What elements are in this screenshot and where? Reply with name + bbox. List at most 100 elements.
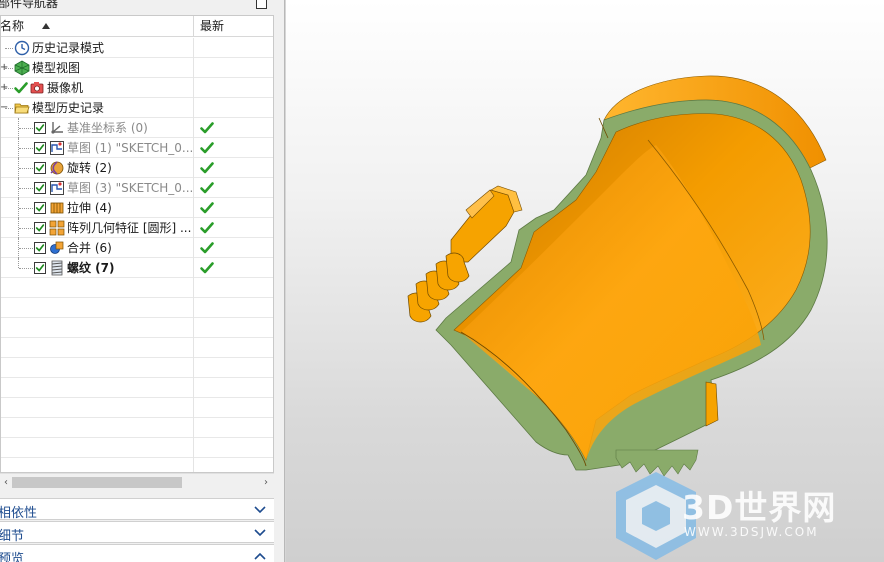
tree-cell-name <box>1 298 194 318</box>
feature-checkbox[interactable] <box>34 202 46 214</box>
tree-row[interactable]: 旋转 (2) <box>1 158 273 178</box>
scroll-left-icon[interactable]: ‹ <box>0 474 12 491</box>
empty-tree-row <box>1 438 273 458</box>
tree-cell-name <box>1 318 194 338</box>
thread-icon <box>49 260 65 276</box>
tree-cell-latest <box>194 418 273 438</box>
tree-cell-name <box>1 438 194 458</box>
tree-row-label: 阵列几何特征 [圆形] ... <box>67 221 192 235</box>
extrude-icon <box>49 200 65 216</box>
up-to-date-check-icon <box>199 260 215 276</box>
tree-guide-line <box>5 48 13 49</box>
tree-cell-latest <box>194 158 273 178</box>
tree-guide-line <box>19 148 33 149</box>
tree-row-label: 拉伸 (4) <box>67 201 112 215</box>
maximize-icon[interactable] <box>256 0 267 9</box>
navigator-title-bar: 部件导航器 <box>0 0 285 10</box>
panel-dependencies-label: 相依性 <box>0 506 38 521</box>
panel-details-label: 细节 <box>0 529 25 544</box>
tree-row[interactable]: + 模型视图 <box>1 58 273 78</box>
up-to-date-check-icon <box>199 240 215 256</box>
collapse-icon[interactable]: − <box>1 103 9 113</box>
tree-guide-line <box>18 258 19 268</box>
feature-checkbox[interactable] <box>34 242 46 254</box>
up-to-date-check-icon <box>199 200 215 216</box>
tree-row[interactable]: 基准坐标系 (0) <box>1 118 273 138</box>
tree-cell-name <box>1 278 194 298</box>
panel-dependencies[interactable]: 相依性 <box>0 498 274 521</box>
tree-cell-name: 草图 (3) "SKETCH_0... <box>1 178 194 198</box>
tree-guide-line <box>19 188 33 189</box>
tree-cell-latest <box>194 198 273 218</box>
camera-icon <box>29 80 45 96</box>
visible-check-icon <box>13 80 29 96</box>
tree-cell-name: + 模型视图 <box>1 58 194 78</box>
feature-checkbox[interactable] <box>34 162 46 174</box>
feature-checkbox[interactable] <box>34 122 46 134</box>
tree-row-label: 草图 (3) "SKETCH_0... <box>67 181 194 195</box>
tree-cell-latest <box>194 38 273 58</box>
up-to-date-check-icon <box>199 140 215 156</box>
feature-checkbox[interactable] <box>34 182 46 194</box>
folder-open-icon <box>14 100 30 116</box>
empty-tree-row <box>1 298 273 318</box>
tree-cell-latest <box>194 78 273 98</box>
tree-guide-line <box>19 168 33 169</box>
model-views-icon <box>14 60 30 76</box>
tree-row[interactable]: + 摄像机 <box>1 78 273 98</box>
column-header-name[interactable]: 名称 <box>1 16 194 37</box>
tree-row[interactable]: 历史记录模式 <box>1 38 273 58</box>
watermark-text: 3D世界网 <box>682 488 837 527</box>
tree-row-label: 旋转 (2) <box>67 161 112 175</box>
feature-checkbox[interactable] <box>34 142 46 154</box>
empty-tree-row <box>1 378 273 398</box>
scrollbar-thumb[interactable] <box>12 477 182 488</box>
empty-tree-row <box>1 458 273 472</box>
scroll-right-icon[interactable]: › <box>260 474 272 491</box>
tree-row[interactable]: 草图 (3) "SKETCH_0... <box>1 178 273 198</box>
expand-icon[interactable]: + <box>1 63 9 73</box>
tree-cell-latest <box>194 378 273 398</box>
tree-cell-latest <box>194 458 273 472</box>
tree-cell-name: 旋转 (2) <box>1 158 194 178</box>
tree-guide-line <box>19 228 33 229</box>
empty-tree-row <box>1 338 273 358</box>
empty-tree-row <box>1 318 273 338</box>
feature-checkbox[interactable] <box>34 262 46 274</box>
tree-cell-latest <box>194 398 273 418</box>
tree-guide-line <box>19 248 33 249</box>
horizontal-scrollbar[interactable]: ‹ › <box>0 473 274 490</box>
graphics-viewport[interactable]: 3D世界网 WWW.3DSJW.COM <box>286 0 884 562</box>
sketch-icon <box>49 140 65 156</box>
tree-cell-latest <box>194 238 273 258</box>
tree-cell-latest <box>194 218 273 238</box>
panel-details[interactable]: 细节 <box>0 521 274 544</box>
tree-row[interactable]: 草图 (1) "SKETCH_0... <box>1 138 273 158</box>
column-header-latest[interactable]: 最新 <box>194 16 273 37</box>
tree-cell-name: 阵列几何特征 [圆形] ... <box>1 218 194 238</box>
feature-checkbox[interactable] <box>34 222 46 234</box>
expand-icon[interactable]: + <box>1 83 9 93</box>
tree-cell-name: 历史记录模式 <box>1 38 194 58</box>
tree-cell-name <box>1 418 194 438</box>
empty-tree-row <box>1 278 273 298</box>
tree-row-label: 历史记录模式 <box>32 41 105 55</box>
tree-row[interactable]: 螺纹 (7) <box>1 258 273 278</box>
tree-cell-latest <box>194 98 273 118</box>
tree-row[interactable]: 阵列几何特征 [圆形] ... <box>1 218 273 238</box>
tree-cell-name <box>1 398 194 418</box>
tree-row-label: 合并 (6) <box>67 241 112 255</box>
up-to-date-check-icon <box>199 180 215 196</box>
tree-row-label: 模型视图 <box>32 61 81 75</box>
tree-cell-name: 基准坐标系 (0) <box>1 118 194 138</box>
panel-preview[interactable]: 预览 <box>0 544 274 562</box>
tree-row[interactable]: − 模型历史记录 <box>1 98 273 118</box>
tree-row[interactable]: 合并 (6) <box>1 238 273 258</box>
tree-header: 名称 最新 <box>1 16 273 37</box>
tree-guide-line <box>19 268 33 269</box>
pattern-geometry-icon <box>49 220 65 236</box>
tree-cell-name <box>1 358 194 378</box>
chevron-down-icon <box>254 529 266 537</box>
tree-row[interactable]: 拉伸 (4) <box>1 198 273 218</box>
datum-csys-icon <box>49 120 65 136</box>
